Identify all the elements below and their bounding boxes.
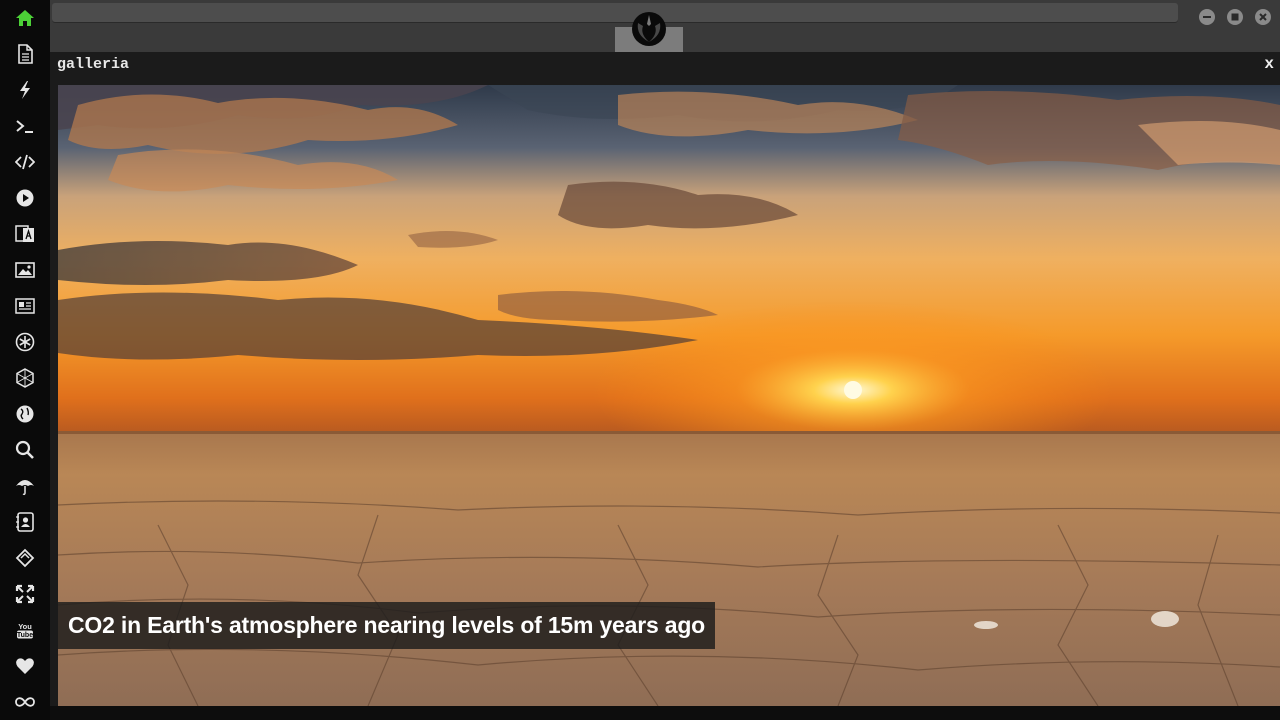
minimize-button[interactable] bbox=[1199, 9, 1215, 25]
sidebar-item-globe[interactable] bbox=[0, 396, 50, 432]
asterisk-icon bbox=[15, 332, 35, 352]
heart-icon bbox=[16, 658, 34, 674]
panel-close-button[interactable]: x bbox=[1264, 55, 1274, 73]
fullscreen-icon bbox=[15, 584, 35, 604]
minimize-icon bbox=[1203, 16, 1211, 18]
search-icon bbox=[15, 440, 34, 459]
sidebar-item-favorites[interactable] bbox=[0, 648, 50, 684]
sidebar-item-gallery[interactable] bbox=[0, 252, 50, 288]
infinity-icon bbox=[15, 697, 35, 707]
svg-text:You: You bbox=[18, 622, 32, 631]
maximize-button[interactable] bbox=[1227, 9, 1243, 25]
sidebar-item-umbrella[interactable] bbox=[0, 468, 50, 504]
sidebar-item-diamond[interactable] bbox=[0, 540, 50, 576]
sidebar-item-infinity[interactable] bbox=[0, 684, 50, 720]
close-icon bbox=[1259, 13, 1267, 21]
panel-header: galleria x bbox=[50, 52, 1280, 85]
newspaper-icon bbox=[15, 298, 35, 314]
diamond-icon bbox=[15, 548, 35, 568]
sidebar-item-terminal[interactable] bbox=[0, 108, 50, 144]
sidebar-item-translate[interactable] bbox=[0, 216, 50, 252]
document-icon bbox=[18, 44, 33, 64]
sidebar-item-play[interactable] bbox=[0, 180, 50, 216]
lightning-icon bbox=[20, 81, 30, 99]
translate-icon bbox=[15, 225, 34, 242]
sidebar-item-code[interactable] bbox=[0, 144, 50, 180]
sidebar-item-home[interactable] bbox=[0, 0, 50, 36]
status-bar bbox=[50, 706, 1280, 720]
panel-left-border bbox=[50, 85, 58, 720]
youtube-icon: YouTube bbox=[17, 622, 33, 639]
sidebar-item-lightning[interactable] bbox=[0, 72, 50, 108]
contact-icon bbox=[16, 512, 34, 532]
gallery-caption: CO2 in Earth's atmosphere nearing levels… bbox=[58, 602, 716, 649]
umbrella-icon bbox=[16, 480, 34, 496]
sidebar-item-documents[interactable] bbox=[0, 36, 50, 72]
hexagon-icon bbox=[16, 368, 34, 388]
sidebar-item-news[interactable] bbox=[0, 288, 50, 324]
sidebar-item-fullscreen[interactable] bbox=[0, 576, 50, 612]
title-bar bbox=[50, 0, 1280, 52]
play-icon bbox=[16, 189, 34, 207]
globe-icon bbox=[16, 405, 34, 423]
image-icon bbox=[15, 262, 35, 278]
panel-title: galleria bbox=[57, 56, 130, 73]
address-bar[interactable] bbox=[52, 3, 1178, 23]
home-icon bbox=[16, 10, 34, 26]
sidebar-item-youtube[interactable]: You Tube bbox=[0, 612, 50, 648]
rebel-alliance-logo-icon bbox=[632, 12, 666, 46]
sidebar-item-search[interactable] bbox=[0, 432, 50, 468]
sidebar-item-asterisk[interactable] bbox=[0, 324, 50, 360]
sidebar-item-contact[interactable] bbox=[0, 504, 50, 540]
svg-text:Tube: Tube bbox=[17, 632, 33, 639]
sidebar: You Tube bbox=[0, 0, 50, 720]
sidebar-item-hexagon[interactable] bbox=[0, 360, 50, 396]
terminal-icon bbox=[16, 120, 33, 133]
code-icon bbox=[15, 154, 35, 170]
close-window-button[interactable] bbox=[1255, 9, 1271, 25]
maximize-icon bbox=[1231, 13, 1239, 21]
